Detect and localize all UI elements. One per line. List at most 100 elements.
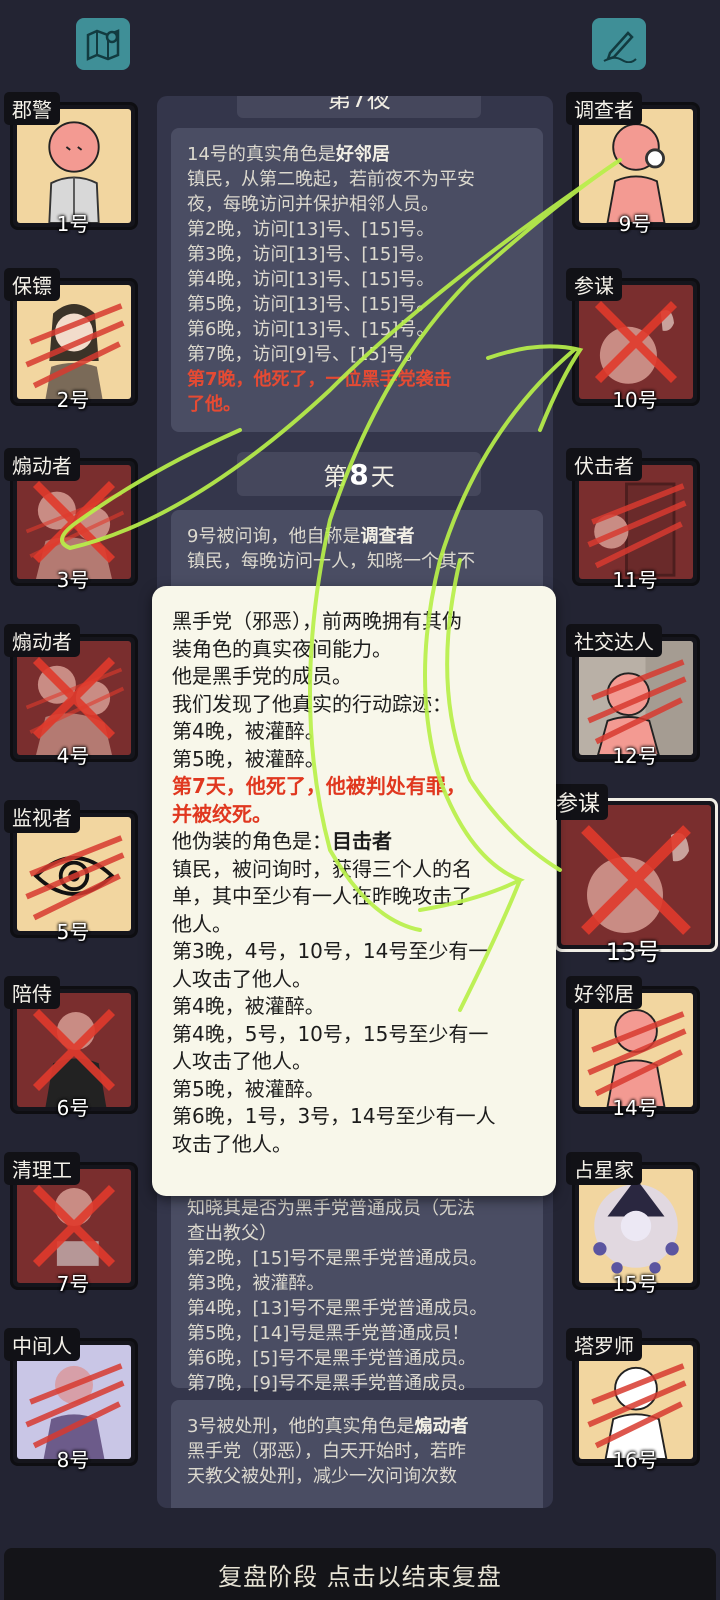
death-line: 第7晚，他死了，一位黑手党袭击 — [187, 369, 452, 390]
pencil-note-icon — [603, 31, 637, 63]
notes-button[interactable] — [592, 18, 646, 70]
log-line: 天教父被处刑，减少一次问询次数 — [187, 1466, 457, 1487]
player-number: 13号 — [605, 938, 661, 966]
log-line: 第3晚，访问[13]号、[15]号。 — [187, 244, 435, 265]
tooltip-line: 第4晚，5号，10号，15号至少有一 — [172, 1021, 489, 1046]
tooltip-line: 第6晚，1号，3号，14号至少有一人 — [172, 1104, 496, 1128]
log-line: 9号被问询，他自称是 — [187, 526, 361, 547]
map-button[interactable] — [76, 18, 130, 70]
player-card-15[interactable]: 占星家 15号 — [566, 1152, 704, 1300]
role-label: 伏击者 — [566, 448, 642, 481]
player-card-9[interactable]: 调查者 9号 — [566, 92, 704, 240]
night-7-header: 第7夜 — [237, 96, 481, 118]
tooltip-line: 第4晚，被灌醉。 — [172, 719, 325, 743]
day-prefix: 第 — [323, 462, 348, 491]
tooltip-line: 第5晚，被灌醉。 — [172, 746, 325, 771]
player-number: 6号 — [56, 1096, 90, 1120]
role-tooltip: 黑手党（邪恶），前两晚拥有其伪 装角色的真实夜间能力。 他是黑手党的成员。 我们… — [152, 586, 556, 1196]
player-number: 1号 — [56, 212, 90, 236]
tooltip-line: 第3晚，4号，10号，14号至少有一 — [172, 939, 489, 963]
role-name: 好邻居 — [335, 144, 390, 165]
player-card-2[interactable]: 保镖 2号 — [4, 268, 142, 416]
player-number: 15号 — [612, 1272, 658, 1296]
tooltip-line: 我们发现了他真实的行动踪迹： — [172, 691, 452, 716]
log-line: 镇民，每晚访问一人，知晓一个其不 — [187, 551, 475, 572]
end-replay-button[interactable]: 复盘阶段 点击以结束复盘 — [4, 1548, 716, 1600]
role-label: 好邻居 — [566, 976, 642, 1009]
log-line: 第6晚，[5]号不是黑手党普通成员。 — [187, 1348, 476, 1369]
tooltip-line: 他人。 — [172, 911, 232, 936]
day-8-header: 第8天 — [237, 452, 481, 496]
player-number: 8号 — [56, 1448, 90, 1472]
role-label: 塔罗师 — [566, 1328, 642, 1361]
tooltip-line: 人攻击了他人。 — [172, 1049, 312, 1073]
player-number: 7号 — [56, 1272, 90, 1296]
player-number: 12号 — [612, 744, 658, 768]
log-line: 第2晚，访问[13]号、[15]号。 — [187, 219, 435, 240]
role-label: 保镖 — [4, 268, 60, 301]
log-line: 3号被处刑，他的真实角色是 — [187, 1416, 415, 1437]
log-line: 第3晚，被灌醉。 — [187, 1273, 325, 1294]
role-label: 调查者 — [566, 92, 642, 125]
night-7-label: 第7夜 — [327, 96, 391, 113]
role-label: 参谋 — [566, 268, 622, 301]
tooltip-role-name: 目击者 — [332, 829, 392, 853]
player-card-11[interactable]: 伏击者 11号 — [566, 448, 704, 596]
player-card-1[interactable]: 郡警 1号 — [4, 92, 142, 240]
player-number: 3号 — [56, 568, 90, 592]
role-name: 煽动者 — [414, 1416, 469, 1437]
player-card-13[interactable]: 参谋 13号 — [548, 784, 718, 966]
tooltip-line: 他伪装的角色是： — [172, 829, 332, 853]
tooltip-line: 单，其中至少有一人在昨晚攻击了 — [172, 884, 472, 908]
player-card-4[interactable]: 煽动者 4号 — [4, 624, 142, 772]
player-card-16[interactable]: 塔罗师 16号 — [566, 1328, 704, 1476]
role-label: 煽动者 — [4, 448, 80, 481]
log-line: 知晓其是否为黑手党普通成员（无法 — [187, 1198, 475, 1219]
tooltip-line: 装角色的真实夜间能力。 — [172, 636, 392, 661]
player-card-8[interactable]: 中间人 8号 — [4, 1328, 142, 1476]
tooltip-line: 第5晚，被灌醉。 — [172, 1076, 325, 1101]
log-line: 第4晚，[13]号不是黑手党普通成员。 — [187, 1298, 488, 1319]
role-label: 煽动者 — [4, 624, 80, 657]
day-suffix: 天 — [370, 462, 395, 491]
role-label: 陪侍 — [4, 976, 60, 1009]
player-number: 10号 — [612, 388, 658, 412]
log-line: 夜，每晚访问并保护相邻人员。 — [187, 194, 439, 215]
role-label: 郡警 — [4, 92, 60, 125]
player-number: 2号 — [56, 388, 90, 412]
day-number: 8 — [349, 457, 369, 491]
log-line: 黑手党（邪恶），白天开始时，若昨 — [187, 1441, 466, 1462]
player-card-5[interactable]: 监视者 5号 — [4, 800, 142, 948]
role-label: 占星家 — [566, 1152, 642, 1185]
log-line: 第2晚，[15]号不是黑手党普通成员。 — [187, 1248, 488, 1269]
log-line: 14号的真实角色是 — [187, 144, 336, 165]
tooltip-line: 人攻击了他人。 — [172, 966, 312, 991]
role-label: 监视者 — [4, 800, 80, 833]
map-pin-icon — [86, 29, 120, 61]
player-number: 4号 — [56, 744, 90, 768]
player-card-14[interactable]: 好邻居 14号 — [566, 976, 704, 1124]
log-line: 查出教父） — [187, 1223, 277, 1244]
player-card-10[interactable]: 参谋 10号 — [566, 268, 704, 416]
player-number: 11号 — [612, 568, 658, 592]
role-name: 调查者 — [360, 526, 415, 547]
player-number: 9号 — [618, 212, 652, 236]
log-line: 第7晚，[9]号不是黑手党普通成员。 — [187, 1373, 476, 1394]
player-number: 14号 — [612, 1096, 658, 1120]
log-line: 第5晚，[14]号是黑手党普通成员！ — [187, 1323, 470, 1344]
role-label: 清理工 — [4, 1152, 80, 1185]
role-label: 参谋 — [548, 784, 609, 820]
tooltip-line: 镇民，被问询时，获得三个人的名 — [172, 856, 472, 881]
tooltip-death-line: 第7天，他死了，他被判处有罪， — [172, 774, 466, 798]
log-entry-player14: 14号的真实角色是好邻居 镇民，从第二晚起，若前夜不为平安 夜，每晚访问并保护相… — [171, 128, 543, 432]
death-line: 了他。 — [187, 394, 241, 415]
log-line: 第5晚，访问[13]号、[15]号。 — [187, 294, 435, 315]
log-line: 第4晚，访问[13]号、[15]号。 — [187, 269, 435, 290]
player-card-7[interactable]: 清理工 7号 — [4, 1152, 142, 1300]
player-card-6[interactable]: 陪侍 6号 — [4, 976, 142, 1124]
player-card-12[interactable]: 社交达人 12号 — [566, 624, 704, 772]
log-line: 镇民，从第二晚起，若前夜不为平安 — [187, 169, 475, 190]
player-card-3[interactable]: 煽动者 3号 — [4, 448, 142, 596]
role-label: 社交达人 — [566, 624, 662, 657]
player-number: 5号 — [56, 920, 90, 944]
